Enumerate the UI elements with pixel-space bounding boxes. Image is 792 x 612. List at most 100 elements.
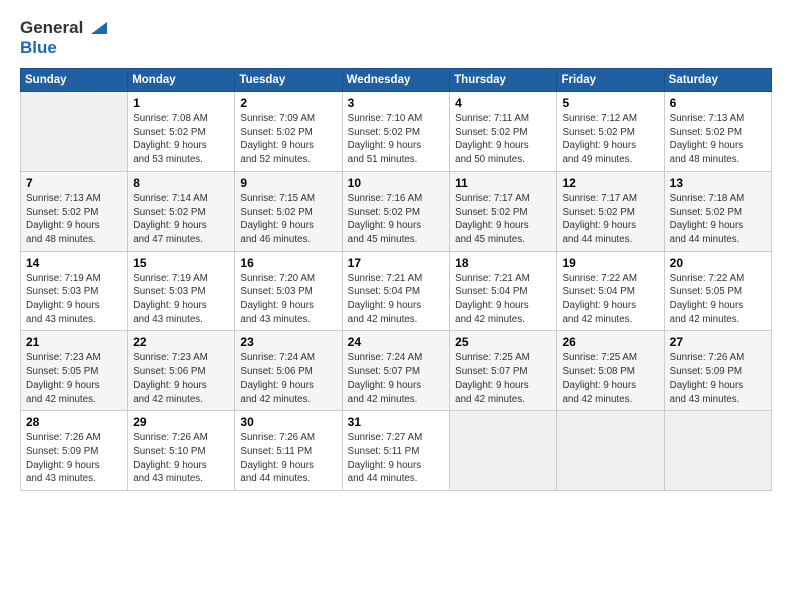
calendar-cell: 28 Sunrise: 7:26 AMSunset: 5:09 PMDayligh… <box>21 411 128 491</box>
day-info: Sunrise: 7:25 AMSunset: 5:08 PMDaylight:… <box>562 351 658 406</box>
day-info: Sunrise: 7:26 AMSunset: 5:10 PMDaylight:… <box>133 431 229 486</box>
day-number: 23 <box>240 335 336 349</box>
calendar-header: SundayMondayTuesdayWednesdayThursdayFrid… <box>21 69 772 92</box>
calendar-cell: 9Sunrise: 7:15 AMSunset: 5:02 PMDaylight… <box>235 171 342 251</box>
calendar-cell: 21 Sunrise: 7:23 AMSunset: 5:05 PMDayligh… <box>21 331 128 411</box>
calendar-cell: 22 Sunrise: 7:23 AMSunset: 5:06 PMDayligh… <box>128 331 235 411</box>
day-number: 15 <box>133 256 229 270</box>
day-number: 4 <box>455 96 551 110</box>
day-info: Sunrise: 7:25 AMSunset: 5:07 PMDaylight:… <box>455 351 551 406</box>
day-info: Sunrise: 7:09 AMSunset: 5:02 PMDaylight:… <box>240 112 336 167</box>
calendar-cell: 6 Sunrise: 7:13 AMSunset: 5:02 PMDaylight… <box>664 92 771 172</box>
day-number: 13 <box>670 176 766 190</box>
day-info: Sunrise: 7:24 AMSunset: 5:07 PMDaylight:… <box>348 351 445 406</box>
calendar-cell: 4 Sunrise: 7:11 AMSunset: 5:02 PMDaylight… <box>450 92 557 172</box>
day-number: 25 <box>455 335 551 349</box>
day-number: 21 <box>26 335 122 349</box>
day-number: 6 <box>670 96 766 110</box>
page: General Blue SundayMondayTuesdayWednesda… <box>0 0 792 612</box>
calendar-cell <box>21 92 128 172</box>
calendar-cell: 24 Sunrise: 7:24 AMSunset: 5:07 PMDayligh… <box>342 331 450 411</box>
day-number: 22 <box>133 335 229 349</box>
day-number: 28 <box>26 415 122 429</box>
day-number: 3 <box>348 96 445 110</box>
day-info: Sunrise: 7:22 AMSunset: 5:05 PMDaylight:… <box>670 272 766 327</box>
day-info: Sunrise: 7:14 AMSunset: 5:02 PMDaylight:… <box>133 192 229 247</box>
header-thursday: Thursday <box>450 69 557 92</box>
calendar-cell: 7Sunrise: 7:13 AMSunset: 5:02 PMDaylight… <box>21 171 128 251</box>
logo: General Blue <box>20 18 107 58</box>
day-info: Sunrise: 7:23 AMSunset: 5:05 PMDaylight:… <box>26 351 122 406</box>
day-info: Sunrise: 7:22 AMSunset: 5:04 PMDaylight:… <box>562 272 658 327</box>
calendar-cell: 3 Sunrise: 7:10 AMSunset: 5:02 PMDaylight… <box>342 92 450 172</box>
calendar-cell: 16 Sunrise: 7:20 AMSunset: 5:03 PMDayligh… <box>235 251 342 331</box>
week-row-4: 28 Sunrise: 7:26 AMSunset: 5:09 PMDayligh… <box>21 411 772 491</box>
logo-general: General <box>20 18 83 38</box>
calendar-cell: 1 Sunrise: 7:08 AMSunset: 5:02 PMDaylight… <box>128 92 235 172</box>
header-saturday: Saturday <box>664 69 771 92</box>
day-info: Sunrise: 7:19 AMSunset: 5:03 PMDaylight:… <box>133 272 229 327</box>
day-info: Sunrise: 7:21 AMSunset: 5:04 PMDaylight:… <box>455 272 551 327</box>
calendar-cell: 8 Sunrise: 7:14 AMSunset: 5:02 PMDaylight… <box>128 171 235 251</box>
calendar-cell: 30 Sunrise: 7:26 AMSunset: 5:11 PMDayligh… <box>235 411 342 491</box>
calendar-cell: 23 Sunrise: 7:24 AMSunset: 5:06 PMDayligh… <box>235 331 342 411</box>
day-number: 8 <box>133 176 229 190</box>
calendar-cell: 25 Sunrise: 7:25 AMSunset: 5:07 PMDayligh… <box>450 331 557 411</box>
calendar-cell: 29Sunrise: 7:26 AMSunset: 5:10 PMDayligh… <box>128 411 235 491</box>
day-number: 17 <box>348 256 445 270</box>
calendar-cell: 18 Sunrise: 7:21 AMSunset: 5:04 PMDayligh… <box>450 251 557 331</box>
logo-icon <box>85 16 107 38</box>
calendar-cell: 2Sunrise: 7:09 AMSunset: 5:02 PMDaylight… <box>235 92 342 172</box>
calendar-cell: 26 Sunrise: 7:25 AMSunset: 5:08 PMDayligh… <box>557 331 664 411</box>
day-number: 11 <box>455 176 551 190</box>
day-number: 20 <box>670 256 766 270</box>
header-monday: Monday <box>128 69 235 92</box>
day-number: 18 <box>455 256 551 270</box>
day-info: Sunrise: 7:17 AMSunset: 5:02 PMDaylight:… <box>455 192 551 247</box>
day-info: Sunrise: 7:21 AMSunset: 5:04 PMDaylight:… <box>348 272 445 327</box>
week-row-0: 1 Sunrise: 7:08 AMSunset: 5:02 PMDaylight… <box>21 92 772 172</box>
calendar-body: 1 Sunrise: 7:08 AMSunset: 5:02 PMDaylight… <box>21 92 772 491</box>
day-info: Sunrise: 7:26 AMSunset: 5:11 PMDaylight:… <box>240 431 336 486</box>
day-number: 10 <box>348 176 445 190</box>
calendar-cell: 5Sunrise: 7:12 AMSunset: 5:02 PMDaylight… <box>557 92 664 172</box>
header-row: SundayMondayTuesdayWednesdayThursdayFrid… <box>21 69 772 92</box>
calendar-cell: 31 Sunrise: 7:27 AMSunset: 5:11 PMDayligh… <box>342 411 450 491</box>
calendar-cell: 27Sunrise: 7:26 AMSunset: 5:09 PMDayligh… <box>664 331 771 411</box>
calendar-cell: 11 Sunrise: 7:17 AMSunset: 5:02 PMDayligh… <box>450 171 557 251</box>
day-info: Sunrise: 7:10 AMSunset: 5:02 PMDaylight:… <box>348 112 445 167</box>
day-info: Sunrise: 7:20 AMSunset: 5:03 PMDaylight:… <box>240 272 336 327</box>
calendar-cell: 10 Sunrise: 7:16 AMSunset: 5:02 PMDayligh… <box>342 171 450 251</box>
day-number: 24 <box>348 335 445 349</box>
day-info: Sunrise: 7:26 AMSunset: 5:09 PMDaylight:… <box>670 351 766 406</box>
day-info: Sunrise: 7:18 AMSunset: 5:02 PMDaylight:… <box>670 192 766 247</box>
header-wednesday: Wednesday <box>342 69 450 92</box>
calendar-cell: 15 Sunrise: 7:19 AMSunset: 5:03 PMDayligh… <box>128 251 235 331</box>
day-number: 1 <box>133 96 229 110</box>
day-info: Sunrise: 7:16 AMSunset: 5:02 PMDaylight:… <box>348 192 445 247</box>
day-info: Sunrise: 7:26 AMSunset: 5:09 PMDaylight:… <box>26 431 122 486</box>
day-number: 5 <box>562 96 658 110</box>
day-info: Sunrise: 7:08 AMSunset: 5:02 PMDaylight:… <box>133 112 229 167</box>
day-number: 19 <box>562 256 658 270</box>
day-number: 26 <box>562 335 658 349</box>
day-info: Sunrise: 7:11 AMSunset: 5:02 PMDaylight:… <box>455 112 551 167</box>
day-info: Sunrise: 7:24 AMSunset: 5:06 PMDaylight:… <box>240 351 336 406</box>
header-tuesday: Tuesday <box>235 69 342 92</box>
calendar-cell <box>664 411 771 491</box>
calendar-cell <box>450 411 557 491</box>
day-number: 12 <box>562 176 658 190</box>
calendar-cell: 19 Sunrise: 7:22 AMSunset: 5:04 PMDayligh… <box>557 251 664 331</box>
calendar-cell: 17 Sunrise: 7:21 AMSunset: 5:04 PMDayligh… <box>342 251 450 331</box>
day-number: 9 <box>240 176 336 190</box>
day-number: 30 <box>240 415 336 429</box>
calendar-cell: 13 Sunrise: 7:18 AMSunset: 5:02 PMDayligh… <box>664 171 771 251</box>
week-row-1: 7Sunrise: 7:13 AMSunset: 5:02 PMDaylight… <box>21 171 772 251</box>
logo-blue: Blue <box>20 38 57 57</box>
day-info: Sunrise: 7:27 AMSunset: 5:11 PMDaylight:… <box>348 431 445 486</box>
calendar-cell: 20 Sunrise: 7:22 AMSunset: 5:05 PMDayligh… <box>664 251 771 331</box>
day-info: Sunrise: 7:23 AMSunset: 5:06 PMDaylight:… <box>133 351 229 406</box>
day-info: Sunrise: 7:13 AMSunset: 5:02 PMDaylight:… <box>670 112 766 167</box>
day-number: 16 <box>240 256 336 270</box>
day-number: 31 <box>348 415 445 429</box>
